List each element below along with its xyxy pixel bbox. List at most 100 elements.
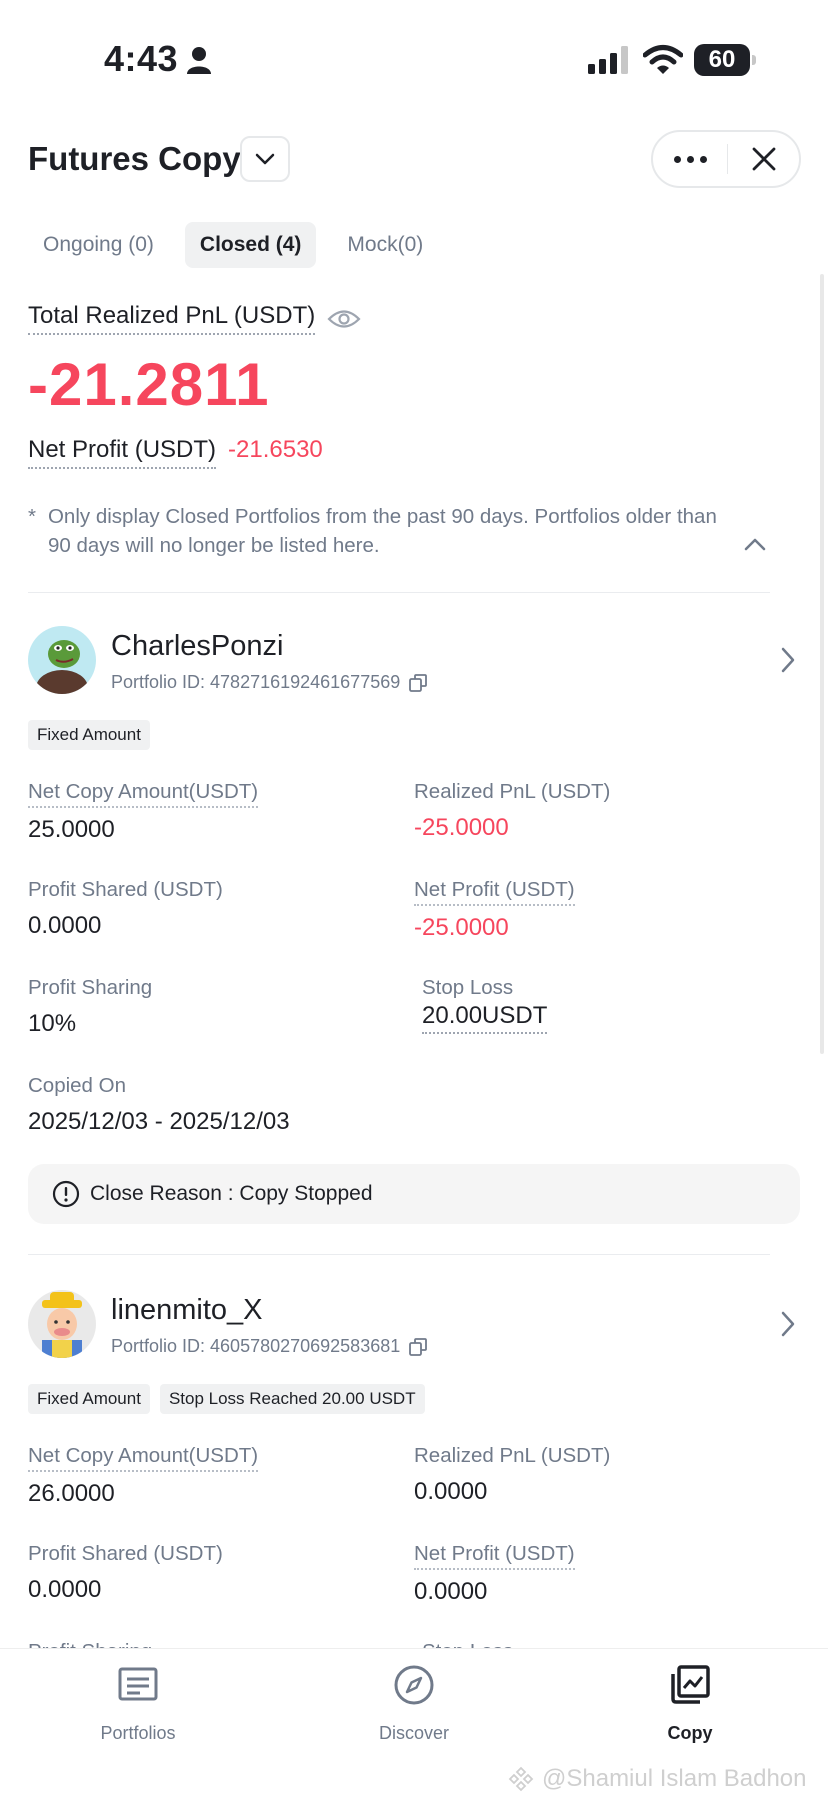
avatar xyxy=(28,1290,96,1358)
battery-indicator: 60 xyxy=(694,44,756,76)
tag-fixed-amount: Fixed Amount xyxy=(28,1384,150,1414)
portfolios-icon xyxy=(118,1667,158,1701)
watermark: @Shamiul Islam Badhon xyxy=(508,1765,807,1793)
page-header: Futures Copy xyxy=(0,130,828,210)
notice-text: Only display Closed Portfolios from the … xyxy=(47,505,717,557)
card-net-profit-value: 0.0000 xyxy=(414,1578,488,1605)
card-divider xyxy=(28,1254,770,1255)
portfolio-id: Portfolio ID: 4782716192461677569 xyxy=(111,672,401,692)
tab-ongoing[interactable]: Ongoing (0) xyxy=(28,222,169,268)
info-icon xyxy=(52,1180,80,1208)
realized-pnl-value: -25.0000 xyxy=(414,814,509,841)
person-icon xyxy=(187,47,211,74)
copied-on-label: Copied On xyxy=(28,1074,127,1097)
profit-sharing-label: Profit Sharing xyxy=(28,976,153,999)
nav-discover-label: Discover xyxy=(378,1723,449,1743)
net-profit-value: -21.6530 xyxy=(228,436,323,463)
nav-copy[interactable]: Copy xyxy=(615,1663,765,1744)
portfolio-id-row: Portfolio ID: 4782716192461677569 xyxy=(111,672,428,693)
card-net-profit-label[interactable]: Net Profit (USDT) xyxy=(414,1542,575,1570)
portfolio-id: Portfolio ID: 4605780270692583681 xyxy=(111,1336,401,1356)
portfolio-tabs: Ongoing (0) Closed (4) Mock(0) xyxy=(28,222,438,268)
status-bar: 4:43 60 xyxy=(0,0,828,120)
net-copy-amount-value: 26.0000 xyxy=(28,1480,115,1507)
more-options-button[interactable] xyxy=(653,132,727,186)
more-dot-icon xyxy=(673,155,681,163)
card-net-profit-value: -25.0000 xyxy=(414,914,509,941)
tag-fixed-amount: Fixed Amount xyxy=(28,720,150,750)
tab-mock[interactable]: Mock(0) xyxy=(332,222,438,268)
realized-pnl-label: Realized PnL (USDT) xyxy=(414,780,611,803)
notice-asterisk: * xyxy=(28,505,36,528)
card-net-profit-label[interactable]: Net Profit (USDT) xyxy=(414,878,575,906)
nav-portfolios[interactable]: Portfolios xyxy=(63,1663,213,1744)
trader-name[interactable]: CharlesPonzi xyxy=(111,630,283,663)
scrollbar[interactable] xyxy=(820,274,824,1054)
more-dot-icon xyxy=(686,155,694,163)
chevron-up-icon[interactable] xyxy=(742,536,768,552)
portfolio-card[interactable]: CharlesPonzi Portfolio ID: 4782716192461… xyxy=(0,626,828,1226)
logo-icon xyxy=(508,1766,534,1792)
nav-copy-label: Copy xyxy=(667,1723,713,1743)
metric-profit-shared: Profit Shared (USDT) 0.0000 xyxy=(28,1542,223,1604)
close-reason-text: Close Reason : Copy Stopped xyxy=(90,1182,373,1205)
profit-shared-value: 0.0000 xyxy=(28,912,102,939)
portfolio-tags: Fixed Amount Stop Loss Reached 20.00 USD… xyxy=(28,1384,425,1414)
total-pnl-value: -21.2811 xyxy=(28,351,270,418)
metric-copied-on: Copied On 2025/12/03 - 2025/12/03 xyxy=(28,1074,290,1136)
watermark-text: @Shamiul Islam Badhon xyxy=(542,1765,807,1792)
status-time: 4:43 xyxy=(104,38,179,79)
profit-shared-label: Profit Shared (USDT) xyxy=(28,878,223,901)
total-pnl-label[interactable]: Total Realized PnL (USDT) xyxy=(28,302,316,335)
net-profit-label[interactable]: Net Profit (USDT) xyxy=(28,436,217,469)
metric-stop-loss: Stop Loss 20.00USDT xyxy=(422,976,548,1034)
compass-icon xyxy=(394,1665,434,1705)
close-icon xyxy=(752,147,775,171)
closed-portfolios-notice: * Only display Closed Portfolios from th… xyxy=(28,502,728,560)
nav-discover[interactable]: Discover xyxy=(339,1663,489,1744)
chevron-right-icon[interactable] xyxy=(780,646,796,674)
metric-realized-pnl: Realized PnL (USDT) 0.0000 xyxy=(414,1444,610,1506)
tab-closed[interactable]: Closed (4) xyxy=(184,222,317,268)
nav-portfolios-label: Portfolios xyxy=(100,1723,176,1743)
section-divider xyxy=(28,592,770,593)
portfolio-id-row: Portfolio ID: 4605780270692583681 xyxy=(111,1336,428,1357)
signal-icon xyxy=(588,46,628,74)
wifi-icon xyxy=(643,45,683,74)
trader-name[interactable]: linenmito_X xyxy=(111,1294,263,1327)
avatar xyxy=(28,626,96,694)
net-profit-row: Net Profit (USDT) -21.6530 xyxy=(28,436,323,469)
eye-icon[interactable] xyxy=(327,308,361,330)
total-pnl-label-row: Total Realized PnL (USDT) xyxy=(28,302,361,335)
metric-net-copy-amount: Net Copy Amount(USDT) 26.0000 xyxy=(28,1444,259,1508)
metric-profit-sharing: Profit Sharing 10% xyxy=(28,976,152,1038)
more-dot-icon xyxy=(699,155,707,163)
tag-stop-loss-reached: Stop Loss Reached 20.00 USDT xyxy=(159,1384,425,1414)
portfolio-card[interactable]: linenmito_X Portfolio ID: 46057802706925… xyxy=(0,1290,828,1663)
chevron-right-icon[interactable] xyxy=(780,1310,796,1338)
metric-realized-pnl: Realized PnL (USDT) -25.0000 xyxy=(414,780,610,842)
bottom-nav: Portfolios Discover Copy @Shamiul Islam … xyxy=(0,1648,828,1800)
copy-icon[interactable] xyxy=(408,673,428,693)
copy-chart-icon xyxy=(671,1665,710,1704)
header-actions xyxy=(651,130,801,188)
metric-profit-shared: Profit Shared (USDT) 0.0000 xyxy=(28,878,223,940)
stop-loss-value[interactable]: 20.00USDT xyxy=(422,1002,548,1034)
chevron-down-icon xyxy=(255,153,275,165)
close-button[interactable] xyxy=(728,132,799,186)
copied-on-value: 2025/12/03 - 2025/12/03 xyxy=(28,1108,290,1135)
realized-pnl-value: 0.0000 xyxy=(414,1478,488,1505)
metric-net-copy-amount: Net Copy Amount(USDT) 25.0000 xyxy=(28,780,259,844)
close-reason-banner: Close Reason : Copy Stopped xyxy=(28,1164,800,1224)
copy-icon[interactable] xyxy=(408,1337,428,1357)
metric-net-profit: Net Profit (USDT) -25.0000 xyxy=(414,878,575,942)
stop-loss-label: Stop Loss xyxy=(422,976,514,999)
net-copy-amount-label[interactable]: Net Copy Amount(USDT) xyxy=(28,780,259,808)
net-copy-amount-label[interactable]: Net Copy Amount(USDT) xyxy=(28,1444,259,1472)
profit-shared-label: Profit Shared (USDT) xyxy=(28,1542,223,1565)
realized-pnl-label: Realized PnL (USDT) xyxy=(414,1444,611,1467)
page-title: Futures Copy xyxy=(28,140,241,177)
net-copy-amount-value: 25.0000 xyxy=(28,816,115,843)
profit-sharing-value: 10% xyxy=(28,1010,77,1037)
title-dropdown-button[interactable] xyxy=(240,136,290,182)
